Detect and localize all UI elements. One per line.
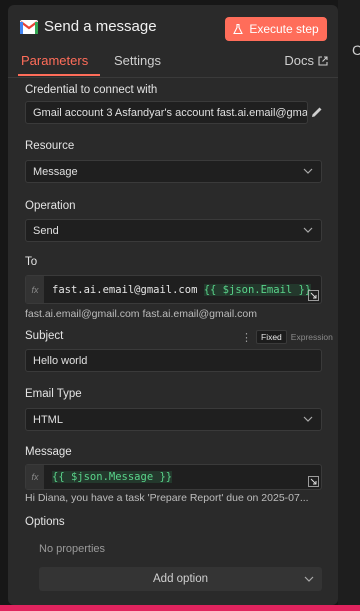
to-expression-input[interactable]: fx fast.ai.email@gmail.com {{ $json.Emai… xyxy=(25,275,322,304)
node-title: Send a message xyxy=(44,18,157,35)
docs-link[interactable]: Docs xyxy=(284,53,328,68)
to-static-text: fast.ai.email@gmail.com xyxy=(52,284,204,296)
tab-bar: Parameters Settings Docs xyxy=(8,49,338,78)
node-parameters-panel: Send a message Execute step Parameters S… xyxy=(8,5,338,605)
execute-step-button[interactable]: Execute step xyxy=(225,17,327,41)
message-expression-text: {{ $json.Message }} xyxy=(52,471,173,483)
subject-value: Hello world xyxy=(33,354,88,367)
gmail-icon xyxy=(20,20,38,34)
background-glyph: C xyxy=(352,42,360,58)
no-properties-text: No properties xyxy=(39,543,106,555)
docs-label: Docs xyxy=(284,53,314,68)
fx-icon: fx xyxy=(26,465,44,489)
email-type-select[interactable]: HTML xyxy=(25,408,322,431)
bottom-accent-bar xyxy=(0,605,360,611)
credential-value: Gmail account 3 Asfandyar's account fast… xyxy=(33,106,308,119)
tab-parameters[interactable]: Parameters xyxy=(21,53,88,68)
to-label: To xyxy=(25,256,38,268)
external-link-icon xyxy=(318,55,328,66)
fx-icon: fx xyxy=(26,276,44,303)
email-type-value: HTML xyxy=(33,413,63,426)
subject-label: Subject xyxy=(25,330,64,342)
flask-icon xyxy=(233,24,244,34)
chevron-down-icon xyxy=(303,227,313,233)
mode-expression[interactable]: Expression xyxy=(291,332,333,342)
message-label: Message xyxy=(25,446,72,458)
execute-step-label: Execute step xyxy=(249,22,319,36)
expand-icon[interactable] xyxy=(308,476,319,487)
email-type-label: Email Type xyxy=(25,388,82,400)
mode-fixed[interactable]: Fixed xyxy=(256,330,287,344)
fixed-expression-toggle: ⋮ Fixed Expression xyxy=(241,330,333,344)
message-expression-token: {{ $json.Message }} xyxy=(52,471,173,483)
tab-settings[interactable]: Settings xyxy=(114,53,161,68)
resource-label: Resource xyxy=(25,140,75,152)
add-option-button[interactable]: Add option xyxy=(39,567,322,591)
add-option-label: Add option xyxy=(153,573,208,585)
chevron-down-icon xyxy=(304,576,314,582)
chevron-down-icon xyxy=(303,168,313,174)
resource-value: Message xyxy=(33,165,78,178)
pencil-icon[interactable] xyxy=(311,106,323,118)
to-expression-text: fast.ai.email@gmail.com {{ $json.Email }… xyxy=(52,284,312,296)
subject-input[interactable]: Hello world xyxy=(25,349,322,372)
operation-select[interactable]: Send xyxy=(25,219,322,242)
more-options-icon[interactable]: ⋮ xyxy=(241,331,252,344)
panel-header: Send a message Execute step xyxy=(8,5,338,49)
operation-value: Send xyxy=(33,224,59,237)
active-tab-indicator xyxy=(18,74,100,76)
resource-select[interactable]: Message xyxy=(25,160,322,183)
message-preview-hint: Hi Diana, you have a task 'Prepare Repor… xyxy=(25,492,309,504)
operation-label: Operation xyxy=(25,200,76,212)
chevron-down-icon xyxy=(303,416,313,422)
to-expression-token: {{ $json.Email }} xyxy=(203,284,312,296)
message-expression-input[interactable]: fx {{ $json.Message }} xyxy=(25,464,322,490)
to-preview-hint: fast.ai.email@gmail.com fast.ai.email@gm… xyxy=(25,308,257,320)
credential-label: Credential to connect with xyxy=(25,84,158,96)
credential-select[interactable]: Gmail account 3 Asfandyar's account fast… xyxy=(25,101,308,124)
options-label: Options xyxy=(25,516,65,528)
expand-icon[interactable] xyxy=(308,290,319,301)
background-canvas: C xyxy=(338,0,360,611)
